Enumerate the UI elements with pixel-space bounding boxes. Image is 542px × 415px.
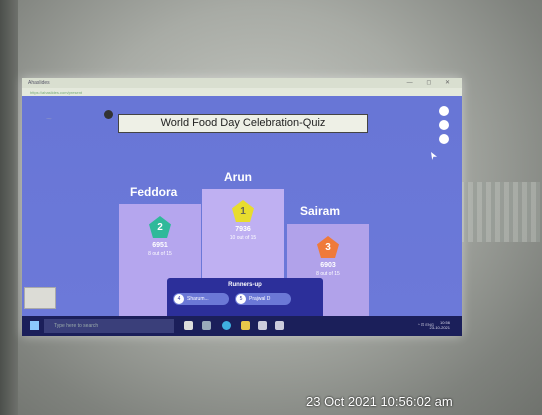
quiz-title: World Food Day Celebration-Quiz (118, 114, 368, 133)
mouse-cursor-icon (431, 152, 437, 160)
third-place-score: 6903 (320, 262, 336, 269)
windows-start-icon[interactable] (30, 321, 39, 330)
first-place-score: 7936 (235, 226, 251, 233)
runner-name: Prajwal D (249, 296, 271, 302)
browser-titlebar: Ahaslides — ◻ ✕ (22, 78, 462, 88)
quiz-leaderboard: ~ World Food Day Celebration-Quiz Arun F… (22, 96, 462, 324)
runner-name: Sharum... (187, 296, 209, 302)
photo-timestamp: 23 Oct 2021 10:56:02 am (306, 394, 453, 409)
first-place-name: Arun (224, 170, 252, 184)
wall-texture (455, 182, 540, 242)
window-controls[interactable]: — ◻ ✕ (407, 79, 456, 86)
side-controls (439, 106, 449, 148)
address-text: https://ahaslides.com/present (30, 90, 83, 95)
edge-browser-icon[interactable] (222, 321, 231, 330)
search-icon[interactable] (184, 321, 193, 330)
address-bar[interactable]: https://ahaslides.com/present (22, 88, 462, 96)
taskbar-search-input[interactable]: Type here to search (44, 319, 174, 333)
settings-icon[interactable] (439, 120, 449, 130)
fullscreen-icon[interactable] (439, 106, 449, 116)
runners-up-title: Runners-up (228, 282, 262, 288)
store-icon[interactable] (258, 321, 267, 330)
runner-up-item: 5 Prajwal D (235, 293, 291, 305)
runners-up-panel: Runners-up 4 Sharum... 5 Prajwal D (167, 278, 323, 320)
third-place-name: Sairam (300, 204, 341, 218)
third-place-detail: 8 out of 15 (316, 271, 340, 277)
window-title: Ahaslides (28, 80, 50, 86)
first-place-detail: 10 out of 15 (229, 235, 257, 241)
scribble-mark: ~ (46, 114, 52, 125)
taskbar-clock[interactable]: 10:56 23-10-2021 (430, 320, 450, 330)
projected-screen: Ahaslides — ◻ ✕ https://ahaslides.com/pr… (22, 78, 462, 336)
file-explorer-icon[interactable] (241, 321, 250, 330)
runner-rank: 4 (174, 294, 184, 304)
second-place-detail: 8 out of 15 (148, 251, 172, 257)
second-place-name: Feddora (130, 185, 178, 199)
mail-icon[interactable] (275, 321, 284, 330)
second-place-score: 6951 (152, 242, 168, 249)
clock-date: 23-10-2021 (429, 325, 450, 330)
windows-taskbar: Type here to search ^ ⊡ ENG 10:56 23-10-… (22, 316, 462, 336)
help-icon[interactable] (439, 134, 449, 144)
task-view-icon[interactable] (202, 321, 211, 330)
runner-up-item: 4 Sharum... (173, 293, 229, 305)
runner-rank: 5 (236, 294, 246, 304)
presenter-avatar (104, 110, 113, 119)
door-frame (0, 0, 18, 415)
power-socket (24, 287, 56, 309)
